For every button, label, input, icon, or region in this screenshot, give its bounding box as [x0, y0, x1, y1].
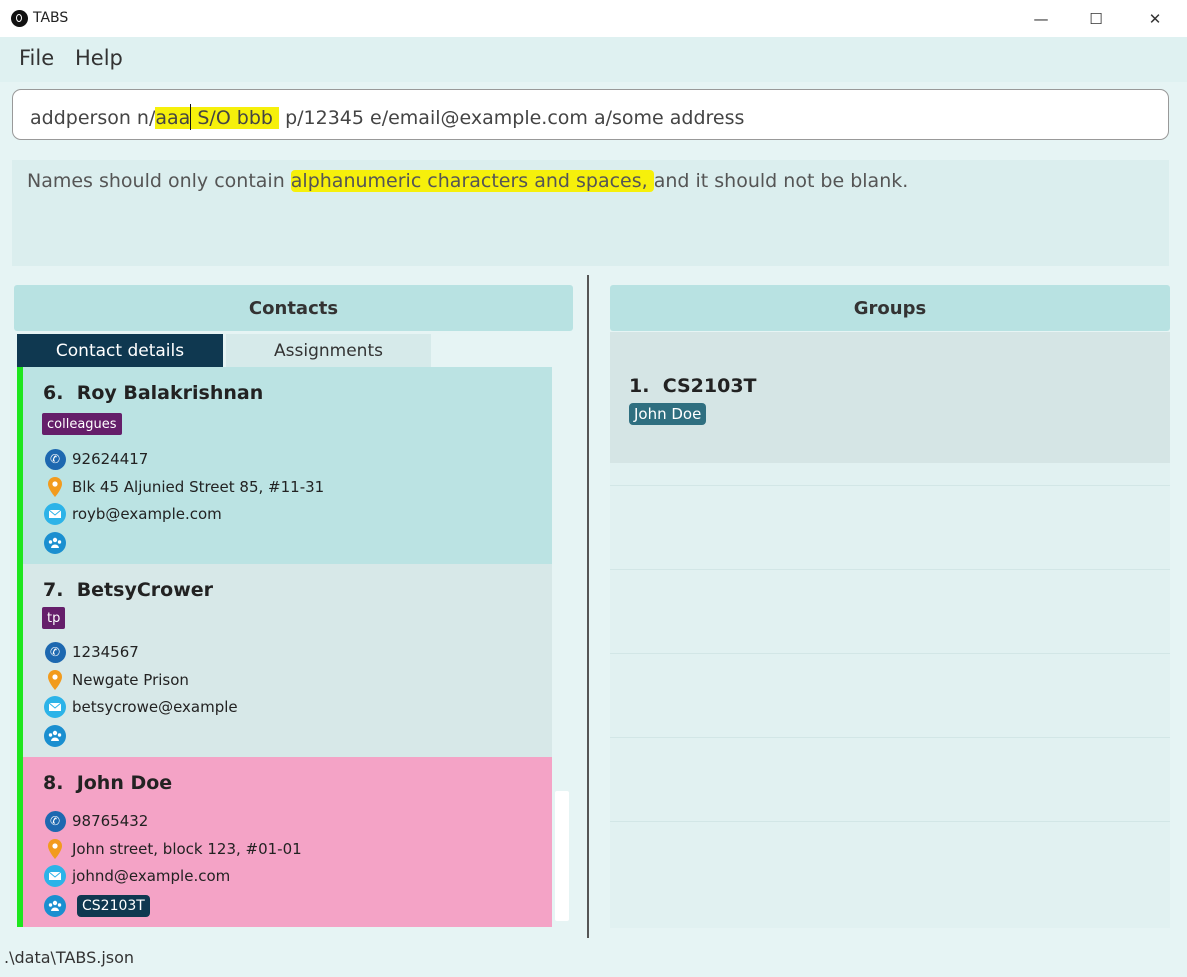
phone-icon: ✆	[44, 448, 66, 470]
contact-phone: ✆ 98765432	[44, 809, 148, 833]
group-name: 1. CS2103T	[629, 375, 757, 397]
command-highlight-a: aaa	[155, 107, 191, 129]
command-input[interactable]: addperson n/aaa S/O bbb p/12345 e/email@…	[12, 89, 1169, 140]
title-bar	[0, 0, 1187, 37]
contact-card-selected[interactable]: 8. John Doe ✆ 98765432 John street, block…	[17, 757, 552, 927]
contact-email: royb@example.com	[44, 502, 222, 526]
result-highlight: alphanumeric characters and spaces,	[290, 170, 654, 192]
contact-card[interactable]: 7. BetsyCrower tp ✆ 1234567 Newgate Priso…	[17, 564, 552, 757]
contact-phone: ✆ 1234567	[44, 640, 139, 664]
minimize-icon: —	[1033, 9, 1049, 28]
phone-icon: ✆	[44, 641, 66, 663]
contacts-header: Contacts	[14, 285, 573, 331]
mail-icon	[44, 696, 66, 718]
group-card[interactable]: 1. CS2103T John Doe	[610, 332, 1170, 463]
contact-email: johnd@example.com	[44, 864, 230, 888]
list-divider	[610, 821, 1170, 822]
group-member-tag: John Doe	[629, 403, 707, 425]
list-divider	[610, 485, 1170, 486]
window-title: TABS	[33, 10, 69, 26]
group-icon	[44, 895, 66, 917]
list-divider	[610, 653, 1170, 654]
data-file-path: .\data\TABS.json	[4, 948, 135, 967]
contacts-tab-bar: Contact details Assignments	[14, 332, 573, 367]
command-text: addperson n/aaa S/O bbb p/12345 e/email@…	[30, 104, 744, 130]
menu-bar	[0, 37, 1187, 82]
contact-groups	[44, 724, 72, 748]
phone-icon: ✆	[44, 810, 66, 832]
tag-badge: colleagues	[42, 413, 122, 435]
contact-phone: ✆ 92624417	[44, 447, 148, 471]
contact-email: betsycrowe@example	[44, 695, 238, 719]
command-highlight-b: S/O bbb	[191, 107, 280, 129]
app-logo-icon	[11, 10, 28, 27]
menu-file[interactable]: File	[19, 46, 54, 70]
contact-groups	[44, 531, 72, 555]
mail-icon	[44, 503, 66, 525]
contact-name: 6. Roy Balakrishnan	[43, 382, 264, 404]
list-divider	[610, 569, 1170, 570]
tag-badge: tp	[42, 607, 66, 629]
group-list[interactable]: 1. CS2103T John Doe	[610, 332, 1170, 928]
location-icon	[44, 838, 66, 860]
location-icon	[44, 669, 66, 691]
minimize-button[interactable]: —	[1012, 0, 1070, 37]
group-icon	[44, 725, 66, 747]
contact-address: Blk 45 Aljunied Street 85, #11-31	[44, 475, 324, 499]
mail-icon	[44, 865, 66, 887]
contact-name: 7. BetsyCrower	[43, 579, 214, 601]
groups-header: Groups	[610, 285, 1170, 331]
contact-name: 8. John Doe	[43, 772, 173, 794]
group-tag: CS2103T	[77, 895, 150, 917]
close-icon: ✕	[1148, 9, 1162, 28]
result-display: Names should only contain alphanumeric c…	[12, 160, 1169, 266]
group-icon	[44, 532, 66, 554]
list-divider	[610, 737, 1170, 738]
maximize-icon: ☐	[1089, 9, 1103, 28]
contact-address: John street, block 123, #01-01	[44, 837, 302, 861]
contact-groups: CS2103T	[44, 894, 150, 918]
status-bar	[0, 941, 1187, 977]
contact-list-scrollbar[interactable]	[555, 791, 569, 921]
location-icon	[44, 476, 66, 498]
contact-card[interactable]: 6. Roy Balakrishnan colleagues ✆ 92624417…	[17, 367, 552, 564]
menu-help[interactable]: Help	[75, 46, 123, 70]
tab-assignments[interactable]: Assignments	[226, 334, 431, 367]
close-button[interactable]: ✕	[1126, 0, 1184, 37]
contact-address: Newgate Prison	[44, 668, 189, 692]
result-message: Names should only contain alphanumeric c…	[27, 170, 909, 192]
maximize-button[interactable]: ☐	[1067, 0, 1125, 37]
contact-list[interactable]: 6. Roy Balakrishnan colleagues ✆ 92624417…	[17, 367, 570, 927]
tab-contact-details[interactable]: Contact details	[17, 334, 223, 367]
panel-divider[interactable]	[587, 275, 589, 938]
